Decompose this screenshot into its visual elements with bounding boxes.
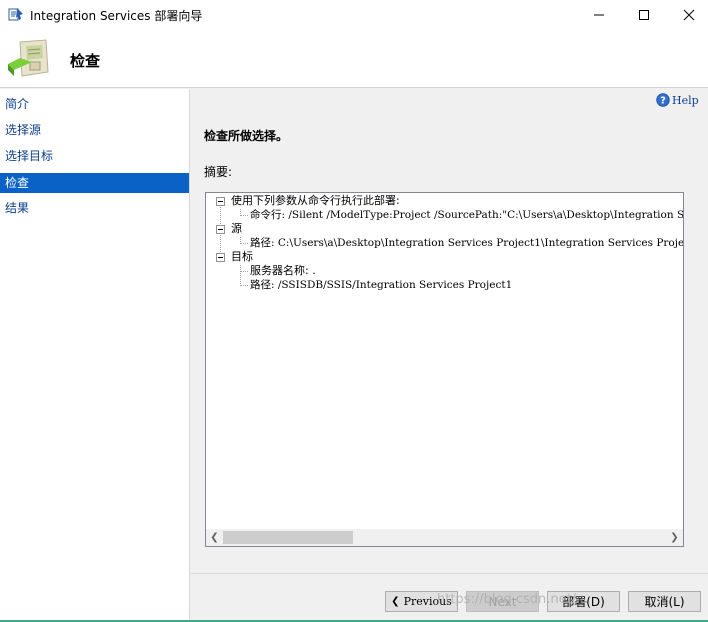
tree-node-target-path[interactable]: 路径: /SSISDB/SSIS/Integration Services Pr… — [250, 278, 512, 292]
minimize-button[interactable] — [576, 0, 622, 30]
horizontal-scrollbar[interactable]: ❮ ❯ — [206, 529, 683, 546]
window-title: Integration Services 部署向导 — [30, 9, 203, 23]
collapse-toggle[interactable] — [216, 225, 225, 234]
deploy-button[interactable]: 部署(D) — [547, 591, 620, 612]
previous-button-label: Previous — [403, 595, 452, 608]
cancel-button[interactable]: 取消(L) — [628, 591, 701, 612]
tree-node-server-name[interactable]: 服务器名称: . — [250, 264, 316, 278]
close-button[interactable] — [666, 0, 708, 30]
tree-connector — [240, 271, 248, 272]
help-icon: ? — [656, 93, 670, 107]
wizard-sidebar: 简介 选择源 选择目标 检查 结果 — [0, 89, 190, 622]
page-title: 检查 — [70, 52, 101, 70]
wizard-header: 检查 — [0, 30, 708, 88]
tree-node-source[interactable]: 源 — [231, 222, 242, 236]
tree-node-command-line[interactable]: 命令行: /Silent /ModelType:Project /SourceP… — [250, 208, 683, 222]
sidebar-item-select-target[interactable]: 选择目标 — [0, 146, 189, 166]
collapse-toggle[interactable] — [216, 197, 225, 206]
deployment-wizard-icon — [8, 39, 49, 77]
scroll-right-icon[interactable]: ❯ — [666, 529, 683, 546]
summary-tree[interactable]: 使用下列参数从命令行执行此部署: 命令行: /Silent /ModelType… — [206, 193, 683, 530]
tree-node-source-path[interactable]: 路径: C:\Users\a\Desktop\Integration Servi… — [250, 236, 683, 250]
help-link[interactable]: ? Help — [656, 93, 699, 107]
svg-text:?: ? — [660, 96, 666, 107]
tree-node-command[interactable]: 使用下列参数从命令行执行此部署: — [231, 194, 400, 208]
title-bar: Integration Services 部署向导 — [0, 0, 708, 30]
sidebar-item-select-source[interactable]: 选择源 — [0, 120, 189, 140]
help-label: Help — [672, 93, 699, 107]
minimize-icon — [594, 14, 604, 16]
sidebar-item-introduction[interactable]: 简介 — [0, 94, 189, 114]
sidebar-item-results[interactable]: 结果 — [0, 198, 189, 218]
maximize-icon — [639, 10, 649, 20]
next-button[interactable]: Next — [466, 591, 539, 612]
sidebar-item-review[interactable]: 检查 — [0, 173, 189, 193]
tree-connector — [240, 243, 248, 244]
summary-tree-panel: 使用下列参数从命令行执行此部署: 命令行: /Silent /ModelType… — [205, 192, 684, 547]
previous-arrow-icon: ❮ — [391, 596, 400, 607]
summary-label: 摘要: — [204, 165, 233, 179]
scroll-left-icon[interactable]: ❮ — [206, 529, 223, 546]
close-icon — [683, 9, 695, 21]
section-title: 检查所做选择。 — [204, 129, 289, 143]
tree-node-target[interactable]: 目标 — [231, 250, 253, 264]
tree-connector — [240, 285, 248, 286]
review-page: ? Help 检查所做选择。 摘要: 使用下列参数从命令行执行此部署: 命令行:… — [191, 89, 708, 573]
tree-connector — [240, 265, 241, 286]
maximize-button[interactable] — [621, 0, 667, 30]
wizard-footer: ❮ Previous Next 部署(D) 取消(L) — [191, 573, 708, 622]
previous-button[interactable]: ❮ Previous — [385, 591, 458, 612]
wizard-app-icon — [8, 8, 23, 21]
tree-connector — [240, 215, 248, 216]
collapse-toggle[interactable] — [216, 253, 225, 262]
scrollbar-thumb[interactable] — [223, 531, 353, 544]
